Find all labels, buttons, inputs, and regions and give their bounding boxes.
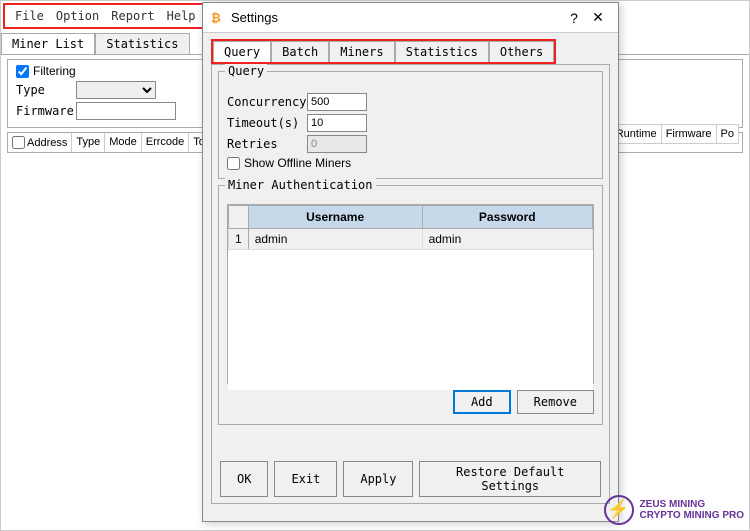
password-cell[interactable]: admin	[422, 229, 592, 250]
table-empty-area	[228, 250, 593, 390]
settings-dialog: ₿ Settings ? ✕ Query Batch Miners Statis…	[202, 2, 619, 522]
auth-legend: Miner Authentication	[225, 178, 376, 192]
tab-statistics-settings[interactable]: Statistics	[395, 41, 489, 62]
ok-button[interactable]: OK	[220, 461, 268, 497]
col-runtime[interactable]: Runtime	[612, 124, 662, 144]
filtering-checkbox[interactable]	[16, 65, 29, 78]
dialog-title: Settings	[231, 10, 562, 25]
col-errcode[interactable]: Errcode	[142, 133, 190, 152]
timeout-input[interactable]	[307, 114, 367, 132]
menu-help[interactable]: Help	[161, 7, 202, 25]
tab-statistics[interactable]: Statistics	[95, 33, 189, 54]
type-select[interactable]	[76, 81, 156, 99]
retries-label: Retries	[227, 137, 307, 151]
query-legend: Query	[225, 64, 267, 78]
menu-report[interactable]: Report	[105, 7, 160, 25]
retries-input	[307, 135, 367, 153]
col-mode[interactable]: Mode	[105, 133, 142, 152]
tab-query[interactable]: Query	[213, 41, 271, 62]
auth-table: Username Password 1 admin admin	[227, 204, 594, 384]
col-address[interactable]: Address	[8, 133, 72, 152]
filtering-label: Filtering	[33, 64, 76, 78]
type-label: Type	[16, 83, 76, 97]
menu-file[interactable]: File	[9, 7, 50, 25]
username-cell[interactable]: admin	[248, 229, 422, 250]
table-row[interactable]: 1 admin admin	[229, 229, 593, 250]
col-po[interactable]: Po	[717, 124, 739, 144]
menubar: File Option Report Help	[3, 3, 208, 29]
tab-batch[interactable]: Batch	[271, 41, 329, 62]
auth-group: Miner Authentication Username Password 1	[218, 185, 603, 425]
username-header[interactable]: Username	[248, 206, 422, 229]
concurrency-label: Concurrency	[227, 95, 307, 109]
remove-button[interactable]: Remove	[517, 390, 594, 414]
firmware-input[interactable]	[76, 102, 176, 120]
col-firmware[interactable]: Firmware	[662, 124, 717, 144]
dialog-body: Query Concurrency Timeout(s) Retries Sho…	[211, 64, 610, 504]
firmware-label: Firmware	[16, 104, 76, 118]
show-offline-checkbox[interactable]	[227, 157, 240, 170]
password-header[interactable]: Password	[422, 206, 592, 229]
bolt-icon: ⚡	[604, 495, 634, 525]
close-icon[interactable]: ✕	[586, 9, 610, 26]
watermark-line2: CRYPTO MINING PRO	[640, 510, 744, 521]
col-type[interactable]: Type	[72, 133, 105, 152]
row-index: 1	[229, 229, 249, 250]
timeout-label: Timeout(s)	[227, 116, 307, 130]
dialog-footer: OK Exit Apply Restore Default Settings	[212, 461, 609, 497]
show-offline-label: Show Offline Miners	[244, 156, 351, 170]
menu-option[interactable]: Option	[50, 7, 105, 25]
dialog-titlebar: ₿ Settings ? ✕	[203, 3, 618, 33]
add-button[interactable]: Add	[453, 390, 511, 414]
bitcoin-icon: ₿	[211, 11, 225, 25]
select-all-checkbox[interactable]	[12, 136, 25, 149]
help-icon[interactable]: ?	[562, 10, 586, 26]
watermark: ⚡ ZEUS MINING CRYPTO MINING PRO	[604, 495, 744, 525]
watermark-line1: ZEUS MINING	[640, 499, 744, 510]
tab-miners[interactable]: Miners	[329, 41, 394, 62]
rownum-header	[229, 206, 249, 229]
restore-button[interactable]: Restore Default Settings	[419, 461, 601, 497]
tab-miner-list[interactable]: Miner List	[1, 33, 95, 54]
concurrency-input[interactable]	[307, 93, 367, 111]
exit-button[interactable]: Exit	[274, 461, 337, 497]
tab-others[interactable]: Others	[489, 41, 554, 62]
apply-button[interactable]: Apply	[343, 461, 413, 497]
query-group: Query Concurrency Timeout(s) Retries Sho…	[218, 71, 603, 179]
settings-tabs: Query Batch Miners Statistics Others	[211, 39, 556, 64]
